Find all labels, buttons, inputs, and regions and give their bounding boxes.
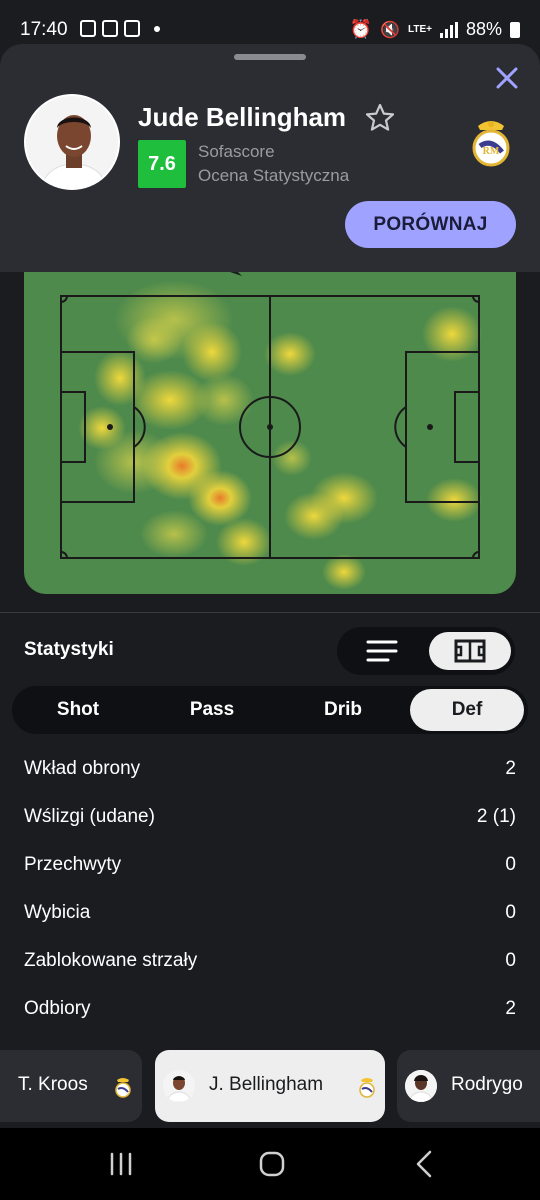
club-crest-icon[interactable]: RM (470, 116, 512, 168)
recent-apps-icon[interactable] (106, 1150, 136, 1178)
stats-title: Statystyki (24, 639, 114, 660)
player-switcher: T. Kroos J. Bellingham Rodrygo (0, 1044, 540, 1128)
club-crest-icon (115, 1078, 131, 1098)
stat-value: 0 (505, 854, 516, 875)
player-chip-rodrygo[interactable]: Rodrygo (397, 1050, 540, 1122)
app-icon (124, 20, 140, 37)
player-header: Jude Bellingham 7.6 Sofascore Ocena Stat… (0, 44, 540, 272)
club-crest-icon (359, 1078, 375, 1098)
tab-pass[interactable]: Pass (149, 689, 275, 731)
player-chip-avatar (163, 1070, 195, 1102)
stat-row: Zablokowane strzały 0 (24, 950, 516, 980)
stat-value: 2 (505, 998, 516, 1019)
player-chip-bellingham[interactable]: J. Bellingham (155, 1050, 385, 1122)
network-type: LTE+ (407, 24, 432, 35)
player-chip-avatar (405, 1070, 437, 1102)
system-status: ⏰ 🔇 LTE+ 88% (350, 19, 520, 40)
stat-label: Zablokowane strzały (24, 950, 198, 971)
stat-value: 2 (1) (476, 806, 516, 827)
section-divider (0, 612, 540, 613)
rating-caption: Ocena Statystyczna (198, 166, 350, 185)
heatmap-blobs (78, 280, 482, 590)
signal-icon (439, 21, 458, 38)
pitch-view-button[interactable] (429, 632, 511, 670)
stat-row: Wkład obrony 2 (24, 758, 516, 788)
tab-def[interactable]: Def (410, 689, 524, 731)
pitch-icon (454, 639, 486, 663)
close-icon[interactable] (493, 64, 521, 92)
svg-text:RM: RM (483, 146, 500, 157)
player-chip-label: T. Kroos (18, 1074, 88, 1095)
status-time: 17:40 (20, 19, 68, 40)
stat-label: Wybicia (24, 902, 91, 923)
player-chip-label: J. Bellingham (209, 1074, 324, 1095)
navigation-bar (0, 1128, 540, 1200)
stat-label: Wkład obrony (24, 758, 141, 779)
player-chip-label: Rodrygo (451, 1074, 523, 1095)
mute-icon: 🔇 (380, 21, 400, 39)
stat-value: 0 (505, 902, 516, 923)
alarm-icon: ⏰ (349, 19, 373, 39)
stat-category-tabs: Shot Pass Drib Def (12, 686, 528, 734)
player-name: Jude Bellingham (138, 102, 347, 132)
player-sheet: Jude Bellingham 7.6 Sofascore Ocena Stat… (0, 44, 540, 1200)
list-icon (366, 640, 398, 662)
heatmap-card (24, 272, 516, 594)
favorite-star-icon[interactable] (364, 102, 396, 134)
gallery-icon (102, 20, 118, 37)
home-icon[interactable] (258, 1150, 286, 1178)
stat-label: Odbiory (24, 998, 91, 1019)
stat-row: Przechwyty 0 (24, 854, 516, 884)
stat-label: Przechwyty (24, 854, 122, 875)
back-icon[interactable] (412, 1148, 436, 1180)
tab-shot[interactable]: Shot (18, 689, 138, 731)
stat-row: Wybicia 0 (24, 902, 516, 932)
more-notifications-icon (154, 25, 160, 32)
notification-icons (80, 20, 160, 37)
player-chip-kroos[interactable]: T. Kroos (0, 1050, 142, 1122)
stat-label: Wślizgi (udane) (24, 806, 155, 827)
tab-drib[interactable]: Drib (280, 689, 406, 731)
stat-value: 0 (505, 950, 516, 971)
stat-row: Odbiory 2 (24, 998, 516, 1028)
stat-row: Wślizgi (udane) 2 (1) (24, 806, 516, 836)
list-view-button[interactable] (347, 632, 417, 670)
drag-handle[interactable] (234, 54, 306, 60)
view-toggle (337, 627, 515, 675)
clipboard-icon (80, 20, 96, 37)
heatmap-pitch (60, 272, 482, 590)
rating-source: Sofascore (198, 142, 275, 161)
player-avatar (24, 94, 120, 190)
battery-icon (510, 21, 520, 38)
stat-value: 2 (505, 758, 516, 779)
battery-level: 88% (465, 19, 502, 39)
rating-badge: 7.6 (138, 140, 186, 188)
compare-button[interactable]: PORÓWNAJ (345, 201, 516, 248)
